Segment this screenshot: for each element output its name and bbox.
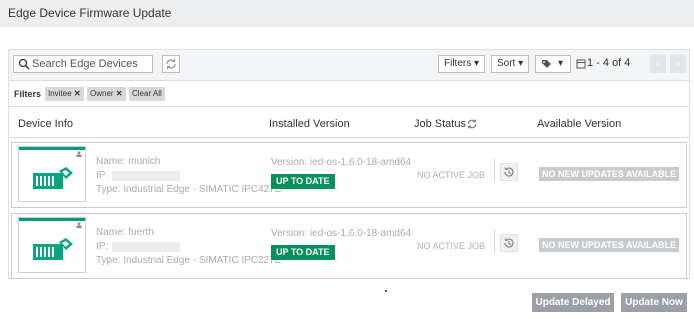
page-title: Edge Device Firmware Update — [8, 6, 172, 20]
refresh-button[interactable] — [162, 55, 180, 73]
status-stripe — [19, 218, 85, 221]
sort-button-label: Sort — [497, 58, 516, 69]
filters-button[interactable]: Filters ▾ — [438, 55, 486, 73]
update-delayed-button[interactable]: Update Delayed — [532, 293, 614, 312]
job-history-button[interactable] — [500, 163, 518, 181]
caret-down-icon: ▾ — [518, 58, 524, 69]
title-bar: Edge Device Firmware Update — [0, 0, 694, 27]
device-ip: IP: — [96, 170, 108, 181]
device-row[interactable]: Name: fuerth IP: Type: Industrial Edge -… — [11, 213, 687, 279]
pager-text: 1 - 4 of 4 — [587, 57, 631, 69]
user-icon — [76, 151, 82, 157]
prev-page-button[interactable]: ‹ — [650, 55, 666, 73]
filter-chip-invitee[interactable]: Invitee ✕ — [45, 87, 84, 101]
type-value: Industrial Edge - SIMATIC IPC427E — [123, 184, 282, 195]
search-icon — [18, 58, 30, 70]
page-icon — [576, 59, 586, 69]
filters-label: Filters — [14, 89, 42, 99]
name-value: munich — [128, 156, 161, 167]
tag-button[interactable]: ▾ — [535, 55, 571, 73]
close-icon[interactable]: ✕ — [74, 89, 81, 98]
edge-device-icon — [33, 238, 73, 260]
ip-label: IP: — [96, 170, 109, 181]
history-icon — [504, 238, 514, 248]
table-header: Device Info Installed Version Job Status… — [9, 106, 689, 138]
devices-panel: Filters ▾ Sort ▾ ▾ 1 - 4 of 4 ‹ › Filter… — [8, 49, 690, 279]
column-device-info: Device Info — [18, 118, 74, 130]
caret-down-icon: ▾ — [474, 58, 480, 69]
chevron-left-icon: ‹ — [656, 58, 660, 70]
column-available-version: Available Version — [537, 118, 622, 130]
job-status: NO ACTIVE JOB — [417, 241, 486, 251]
column-job-status: Job Status — [414, 118, 466, 130]
type-value: Industrial Edge - SIMATIC IPC227E — [123, 255, 282, 266]
history-icon — [504, 167, 514, 177]
ip-label: IP: — [96, 241, 109, 252]
name-label: Name: — [96, 227, 126, 238]
divider — [494, 229, 495, 253]
available-version-badge: NO NEW UPDATES AVAILABLE — [539, 238, 680, 252]
caret-down-icon: ▾ — [558, 58, 564, 69]
installed-version: Version: ied-os-1.6.0-18-amd64 — [271, 228, 412, 239]
toolbar: Filters ▾ Sort ▾ ▾ 1 - 4 of 4 ‹ › — [9, 50, 689, 81]
filter-chip-label: Owner — [90, 89, 114, 98]
dot-marker — [385, 290, 387, 292]
status-badge: UP TO DATE — [271, 174, 335, 189]
active-filters: Filters Invitee ✕ Owner ✕ Clear All — [9, 81, 689, 105]
search-box[interactable] — [13, 55, 153, 73]
status-stripe — [19, 147, 85, 150]
device-row[interactable]: Name: munich IP: Type: Industrial Edge -… — [11, 142, 687, 208]
device-name: Name: fuerth — [96, 227, 154, 238]
sort-button[interactable]: Sort ▾ — [491, 55, 530, 73]
chevron-right-icon: › — [676, 58, 680, 70]
clear-all-button[interactable]: Clear All — [129, 87, 165, 101]
filters-button-label: Filters — [444, 58, 472, 69]
status-badge: UP TO DATE — [271, 245, 335, 260]
job-history-button[interactable] — [500, 234, 518, 252]
tag-icon — [542, 60, 551, 68]
device-type: Type: Industrial Edge - SIMATIC IPC227E — [96, 255, 281, 266]
available-version-badge: NO NEW UPDATES AVAILABLE — [539, 167, 680, 181]
device-type: Type: Industrial Edge - SIMATIC IPC427E — [96, 184, 281, 195]
job-status: NO ACTIVE JOB — [417, 170, 486, 180]
installed-version: Version: ied-os-1.6.0-18-amd64 — [271, 157, 412, 168]
close-icon[interactable]: ✕ — [116, 89, 123, 98]
refresh-icon[interactable] — [466, 118, 478, 130]
divider — [494, 158, 495, 182]
device-name: Name: munich — [96, 156, 160, 167]
user-icon — [76, 222, 82, 228]
search-input[interactable] — [32, 57, 150, 71]
edge-device-icon — [33, 167, 73, 189]
device-ip: IP: — [96, 241, 108, 252]
filter-chip-label: Invitee — [48, 89, 72, 98]
ip-redacted — [112, 171, 180, 181]
name-label: Name: — [96, 156, 126, 167]
ip-redacted — [112, 242, 180, 252]
refresh-icon — [166, 58, 176, 70]
type-label: Type: — [96, 184, 121, 195]
clear-all-label: Clear All — [132, 89, 162, 98]
update-now-button[interactable]: Update Now — [621, 293, 687, 312]
next-page-button[interactable]: › — [670, 55, 686, 73]
name-value: fuerth — [128, 227, 154, 238]
device-thumbnail — [18, 146, 86, 202]
filter-chip-owner[interactable]: Owner ✕ — [87, 87, 126, 101]
column-installed-version: Installed Version — [269, 118, 350, 130]
type-label: Type: — [96, 255, 121, 266]
device-thumbnail — [18, 217, 86, 273]
